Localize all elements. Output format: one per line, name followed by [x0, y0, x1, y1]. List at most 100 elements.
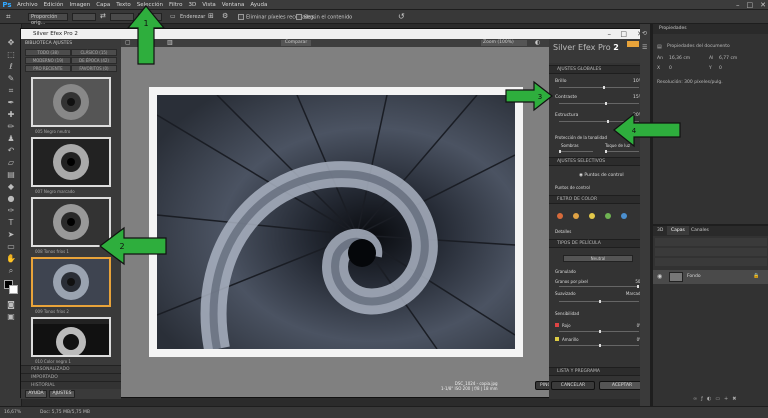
section-filtro-color[interactable]: FILTRO DE COLOR	[549, 195, 649, 204]
menu-vista[interactable]: Vista	[199, 2, 219, 8]
zoom-select[interactable]: Zoom (100%)	[481, 40, 527, 46]
menu-ayuda[interactable]: Ayuda	[247, 2, 270, 8]
filter-swatch-yellow[interactable]	[589, 213, 595, 219]
tab-todo[interactable]: TODO (38)	[25, 49, 71, 56]
enderezar-label[interactable]: Enderezar	[180, 14, 205, 20]
tab-clasico[interactable]: CLÁSICO (15)	[71, 49, 117, 56]
menu-ventana[interactable]: Ventana	[219, 2, 248, 8]
film-type-select[interactable]: Neutral	[563, 255, 633, 262]
type-tool-icon[interactable]: T	[5, 218, 17, 228]
tab-propiedades[interactable]: Propiedades	[655, 24, 691, 33]
crop-icon[interactable]: ⌗	[5, 86, 17, 96]
compare-button[interactable]: Comparar	[281, 40, 311, 46]
gradient-icon[interactable]: ▤	[5, 170, 17, 180]
eraser-icon[interactable]: ▱	[5, 158, 17, 168]
layer-name[interactable]: Fondo	[687, 274, 701, 279]
lasso-tool-icon[interactable]: ℓ	[5, 62, 17, 72]
menu-edicion[interactable]: Edición	[41, 2, 67, 8]
swap-icon[interactable]: ⇄	[100, 12, 106, 20]
cancelar-button[interactable]: CANCELAR	[551, 381, 595, 390]
layer-filter-bar[interactable]	[655, 238, 767, 246]
preset-select[interactable]: Proporción orig...	[28, 13, 68, 26]
filter-swatch-red[interactable]	[557, 213, 563, 219]
x-value[interactable]: 0	[669, 66, 672, 71]
section-ajustes-globales[interactable]: AJUSTES GLOBALES	[549, 65, 649, 74]
pen-icon[interactable]: ✑	[5, 206, 17, 216]
sf-minimize-icon[interactable]: –	[608, 29, 612, 39]
blend-mode-bar[interactable]	[655, 248, 767, 256]
brush-icon[interactable]: ✏	[5, 122, 17, 132]
puntos-control-sub[interactable]: Puntos de control	[555, 185, 643, 190]
visibility-eye-icon[interactable]: ◉	[657, 273, 662, 280]
layer-row-fondo[interactable]: ◉ Fondo 🔒	[653, 270, 768, 284]
preset-thumb-2[interactable]	[31, 137, 111, 187]
preset-thumb-5[interactable]	[31, 317, 111, 357]
section-tipos-pelicula[interactable]: TIPOS DE PELÍCULA	[549, 239, 649, 248]
trash-icon[interactable]: ✖	[732, 396, 740, 402]
blur-icon[interactable]: ◆	[5, 182, 17, 192]
menu-filtro[interactable]: Filtro	[166, 2, 185, 8]
ayuda-button[interactable]: AYUDA	[25, 390, 47, 398]
shape-icon[interactable]: ▭	[5, 242, 17, 252]
tab-de-epoca[interactable]: DE ÉPOCA (42)	[71, 57, 117, 64]
eyedropper-icon[interactable]: ✒	[5, 98, 17, 108]
quick-mask-icon[interactable]: ◙	[5, 300, 17, 310]
tab-moderno[interactable]: MODERNO (19)	[25, 57, 71, 64]
crop-tool-icon[interactable]: ⌗	[6, 12, 11, 22]
healing-brush-icon[interactable]: ✚	[5, 110, 17, 120]
brillo-slider[interactable]	[559, 86, 639, 89]
grid-overlay-icon[interactable]: ⊞	[208, 12, 214, 20]
background-color-swatch[interactable]	[9, 285, 18, 294]
tab-favoritos[interactable]: FAVORITOS (0)	[71, 65, 117, 72]
zoom-icon[interactable]: ⌕	[5, 266, 17, 276]
sombras-slider[interactable]	[559, 150, 593, 153]
screen-mode-icon[interactable]: ▣	[5, 312, 17, 322]
zoom-level[interactable]: 16,67%	[4, 410, 21, 415]
side-by-side-icon[interactable]: ▥	[167, 39, 173, 46]
tab-capas[interactable]: Capas	[667, 226, 689, 235]
tab-pro-reciente[interactable]: PRO RECIENTE	[25, 65, 71, 72]
dodge-icon[interactable]: ●	[5, 194, 17, 204]
preview-canvas[interactable]: DSC_1024 - copia.jpg 1-1/8" ISO 200 | f/…	[121, 47, 549, 397]
detalles-row[interactable]: Detalles	[555, 229, 643, 234]
folder-icon[interactable]: ▭	[715, 396, 724, 402]
history-brush-icon[interactable]: ↶	[5, 146, 17, 156]
sf-maximize-icon[interactable]: □	[620, 29, 627, 39]
ajustes-button[interactable]: AJUSTES	[49, 390, 75, 398]
granos-slider[interactable]	[559, 285, 639, 288]
preset-thumb-1[interactable]	[31, 77, 111, 127]
puntos-control-button[interactable]: ◉ Puntos de control	[579, 173, 639, 178]
an-value[interactable]: 16,36 cm	[669, 56, 690, 61]
contraste-slider[interactable]	[559, 102, 639, 105]
toque-luz-slider[interactable]	[605, 150, 639, 153]
filter-swatch-green[interactable]	[605, 213, 611, 219]
quick-select-icon[interactable]: ✎	[5, 74, 17, 84]
history-panel-icon[interactable]: ⟲	[642, 30, 647, 37]
background-toggle-icon[interactable]: ◐	[535, 39, 540, 46]
al-value[interactable]: 6,77 cm	[719, 56, 737, 61]
link-icon[interactable]: ∞	[693, 396, 701, 402]
tab-3d[interactable]: 3D	[653, 226, 667, 235]
properties-panel-icon[interactable]: ☰	[642, 44, 647, 51]
amarillo-slider[interactable]	[559, 344, 639, 347]
filter-swatch-orange[interactable]	[573, 213, 579, 219]
segun-checkbox[interactable]: Según el contenido	[296, 14, 352, 21]
accordion-historial[interactable]: HISTORIAL	[21, 381, 121, 389]
hand-icon[interactable]: ✋	[5, 254, 17, 264]
close-icon[interactable]: ✕	[760, 1, 766, 9]
marquee-tool-icon[interactable]: ⬚	[5, 50, 17, 60]
accordion-importado[interactable]: IMPORTADO	[21, 373, 121, 381]
menu-capa[interactable]: Capa	[93, 2, 113, 8]
gear-icon[interactable]: ⚙	[222, 12, 228, 20]
lock-bar[interactable]	[655, 258, 767, 266]
menu-imagen[interactable]: Imagen	[66, 2, 93, 8]
width-field[interactable]	[72, 13, 96, 21]
stamp-icon[interactable]: ♟	[5, 134, 17, 144]
straighten-icon[interactable]: ▭	[170, 13, 176, 20]
rojo-slider[interactable]	[559, 330, 639, 333]
y-value[interactable]: 0	[719, 66, 722, 71]
reset-icon[interactable]: ↺	[398, 12, 405, 21]
menu-3d[interactable]: 3D	[185, 2, 199, 8]
tab-canales[interactable]: Canales	[687, 226, 713, 235]
menu-archivo[interactable]: Archivo	[14, 2, 41, 8]
